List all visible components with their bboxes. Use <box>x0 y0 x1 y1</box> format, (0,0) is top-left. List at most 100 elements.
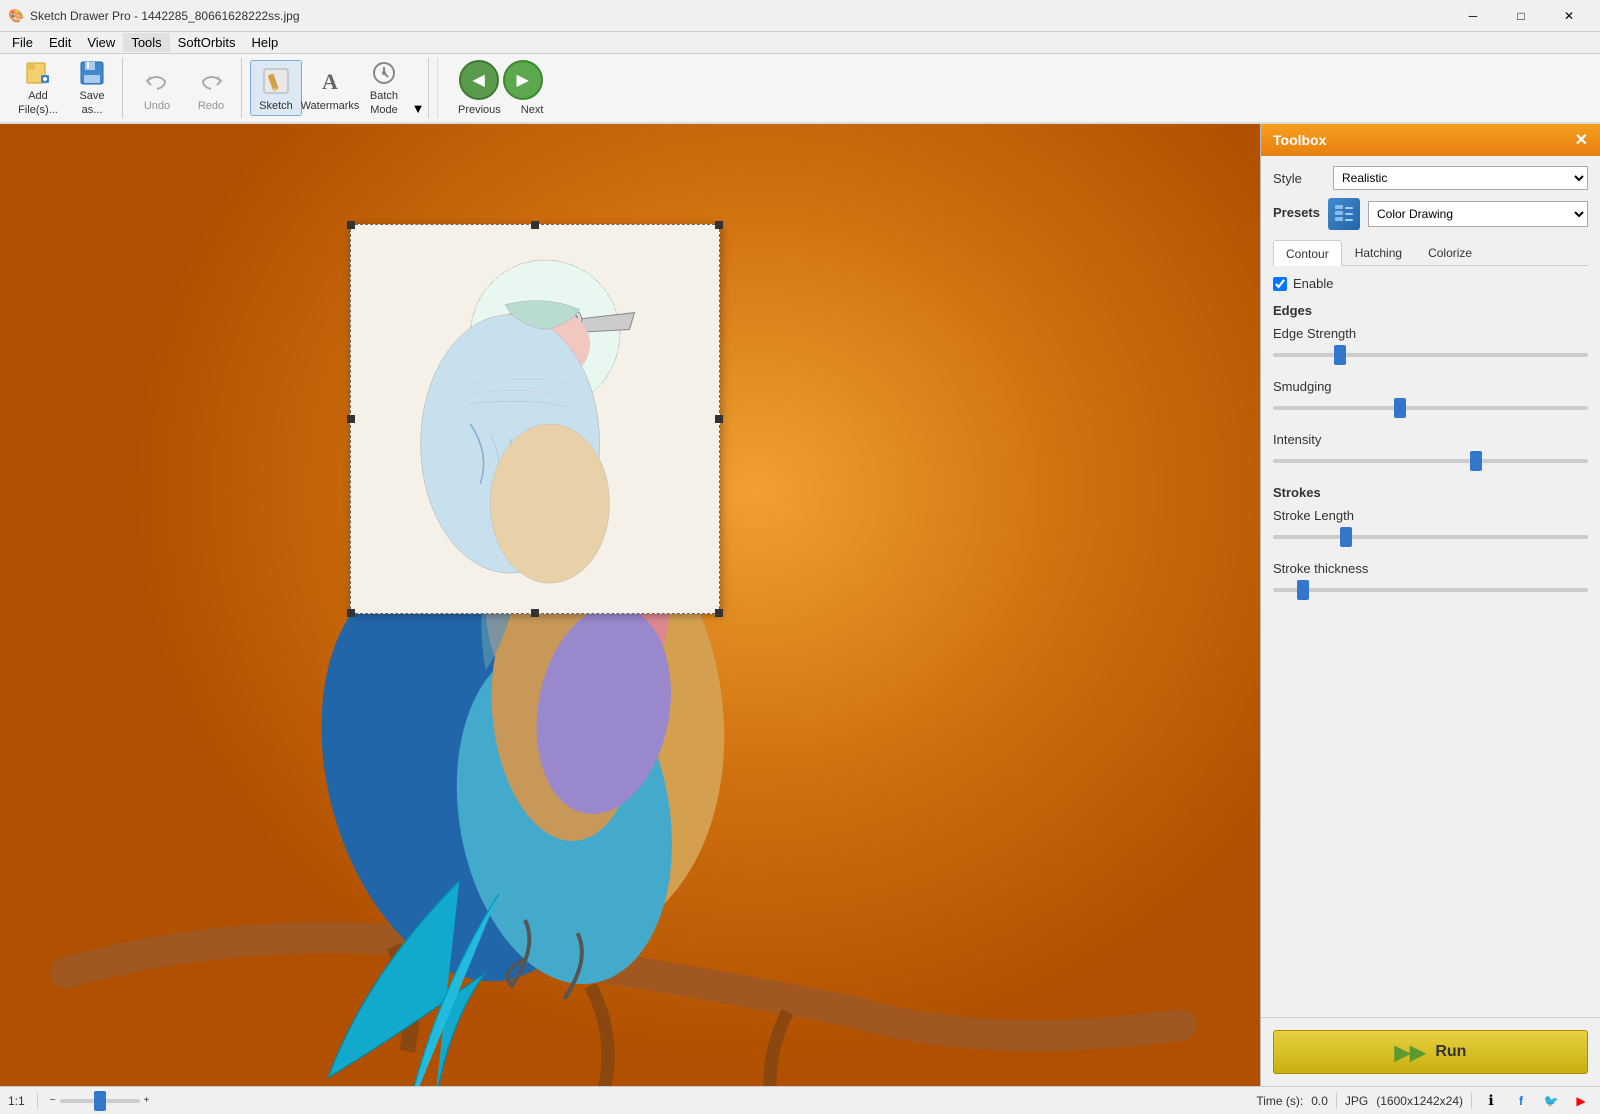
menu-tools[interactable]: Tools <box>123 33 169 52</box>
status-sep-2 <box>1336 1093 1337 1109</box>
minimize-button[interactable]: ─ <box>1450 0 1496 32</box>
batch-mode-icon <box>368 59 400 87</box>
stroke-length-slider[interactable] <box>1273 535 1588 539</box>
enable-row: Enable <box>1273 276 1588 291</box>
zoom-slider-row: − + <box>50 1095 150 1106</box>
stroke-thickness-row: Stroke thickness <box>1273 561 1588 600</box>
batch-mode-button[interactable]: Batch Mode <box>358 60 410 116</box>
intensity-container <box>1273 451 1588 471</box>
save-as-button[interactable]: Save as... <box>66 60 118 116</box>
watermarks-label: Watermarks <box>301 100 360 112</box>
next-button[interactable]: ▶ <box>503 60 543 100</box>
maximize-button[interactable]: □ <box>1498 0 1544 32</box>
intensity-label: Intensity <box>1273 432 1588 447</box>
edit-group: Undo Redo <box>127 58 242 118</box>
resize-handle-ml[interactable] <box>347 415 355 423</box>
window-controls: ─ □ ✕ <box>1450 0 1592 32</box>
smudging-container <box>1273 398 1588 418</box>
app-icon: 🎨 <box>8 8 24 24</box>
smudging-slider[interactable] <box>1273 406 1588 410</box>
run-icon: ▶▶ <box>1395 1040 1426 1065</box>
tab-colorize[interactable]: Colorize <box>1415 240 1485 265</box>
format-label: JPG <box>1345 1094 1368 1108</box>
toolbar: Add File(s)... Save as... Undo <box>0 54 1600 124</box>
resize-handle-bl[interactable] <box>347 609 355 617</box>
sketch-preview <box>351 225 719 613</box>
sketch-button[interactable]: Sketch <box>250 60 302 116</box>
stroke-thickness-container <box>1273 580 1588 600</box>
resize-handle-bc[interactable] <box>531 609 539 617</box>
presets-row: Presets Color Drawing Pencil Sketch Char… <box>1273 198 1588 230</box>
zoom-increase-icon[interactable]: + <box>144 1095 150 1106</box>
menu-help[interactable]: Help <box>243 33 286 52</box>
stroke-thickness-slider[interactable] <box>1273 588 1588 592</box>
save-icon <box>76 59 108 87</box>
resize-handle-mr[interactable] <box>715 415 723 423</box>
time-label: Time (s): <box>1256 1094 1303 1108</box>
facebook-button[interactable]: f <box>1510 1090 1532 1112</box>
toolbox-title: Toolbox <box>1273 132 1326 148</box>
style-row: Style Realistic Pencil Charcoal <box>1273 166 1588 190</box>
sketch-selection[interactable] <box>350 224 720 614</box>
status-right: Time (s): 0.0 JPG (1600x1242x24) ℹ f 🐦 ▶ <box>1256 1090 1592 1112</box>
stroke-length-container <box>1273 527 1588 547</box>
nav-section: ◀ ▶ Previous Next <box>454 60 547 116</box>
previous-button[interactable]: ◀ <box>459 60 499 100</box>
add-file-button[interactable]: Add File(s)... <box>12 60 64 116</box>
resize-handle-br[interactable] <box>715 609 723 617</box>
expand-arrow[interactable]: ▼ <box>412 60 424 116</box>
toolbox-close-button[interactable]: ✕ <box>1575 130 1588 150</box>
watermarks-icon: A <box>314 65 346 97</box>
menu-edit[interactable]: Edit <box>41 33 79 52</box>
tab-hatching[interactable]: Hatching <box>1342 240 1415 265</box>
stroke-length-row: Stroke Length <box>1273 508 1588 547</box>
style-label: Style <box>1273 171 1333 186</box>
edge-strength-slider[interactable] <box>1273 353 1588 357</box>
sketch-label: Sketch <box>259 100 293 112</box>
nav-buttons: ◀ ▶ <box>459 60 543 100</box>
zoom-decrease-icon[interactable]: − <box>50 1095 56 1106</box>
title-bar: 🎨 Sketch Drawer Pro - 1442285_8066162822… <box>0 0 1600 32</box>
edges-section-header: Edges <box>1273 303 1588 318</box>
menu-file[interactable]: File <box>4 33 41 52</box>
enable-label: Enable <box>1293 276 1333 291</box>
batch-mode-label: Batch Mode <box>370 90 398 116</box>
enable-checkbox[interactable] <box>1273 277 1287 291</box>
zoom-label: 1:1 <box>8 1094 25 1108</box>
style-select[interactable]: Realistic Pencil Charcoal <box>1333 166 1588 190</box>
intensity-slider[interactable] <box>1273 459 1588 463</box>
redo-button[interactable]: Redo <box>185 60 237 116</box>
run-section: ▶▶ Run <box>1261 1017 1600 1086</box>
add-file-label: Add File(s)... <box>18 90 58 116</box>
menu-softorbits[interactable]: SoftOrbits <box>170 33 244 52</box>
youtube-button[interactable]: ▶ <box>1570 1090 1592 1112</box>
stroke-length-label: Stroke Length <box>1273 508 1588 523</box>
presets-label: Presets <box>1273 205 1320 220</box>
presets-select[interactable]: Color Drawing Pencil Sketch Charcoal Dra… <box>1368 201 1588 227</box>
close-button[interactable]: ✕ <box>1546 0 1592 32</box>
info-button[interactable]: ℹ <box>1480 1090 1502 1112</box>
resize-handle-tc[interactable] <box>531 221 539 229</box>
watermarks-button[interactable]: A Watermarks <box>304 60 356 116</box>
canvas-area[interactable] <box>0 124 1260 1086</box>
save-as-label: Save as... <box>79 90 104 116</box>
toolbox-panel: Toolbox ✕ Style Realistic Pencil Charcoa… <box>1260 124 1600 1086</box>
dimensions-label: (1600x1242x24) <box>1376 1094 1463 1108</box>
resize-handle-tl[interactable] <box>347 221 355 229</box>
run-button[interactable]: ▶▶ Run <box>1273 1030 1588 1074</box>
window-title: Sketch Drawer Pro - 1442285_80661628222s… <box>30 9 1450 23</box>
tab-contour[interactable]: Contour <box>1273 240 1342 266</box>
previous-label: Previous <box>458 104 501 116</box>
next-label: Next <box>521 104 544 116</box>
main-content: Toolbox ✕ Style Realistic Pencil Charcoa… <box>0 124 1600 1086</box>
resize-handle-tr[interactable] <box>715 221 723 229</box>
toolbar-separator <box>437 58 438 118</box>
twitter-button[interactable]: 🐦 <box>1540 1090 1562 1112</box>
run-label: Run <box>1435 1043 1466 1061</box>
status-separator-1 <box>37 1093 38 1109</box>
smudging-label: Smudging <box>1273 379 1588 394</box>
menu-view[interactable]: View <box>79 33 123 52</box>
undo-button[interactable]: Undo <box>131 60 183 116</box>
zoom-slider[interactable] <box>60 1099 140 1103</box>
zoom-control: 1:1 <box>8 1094 25 1108</box>
